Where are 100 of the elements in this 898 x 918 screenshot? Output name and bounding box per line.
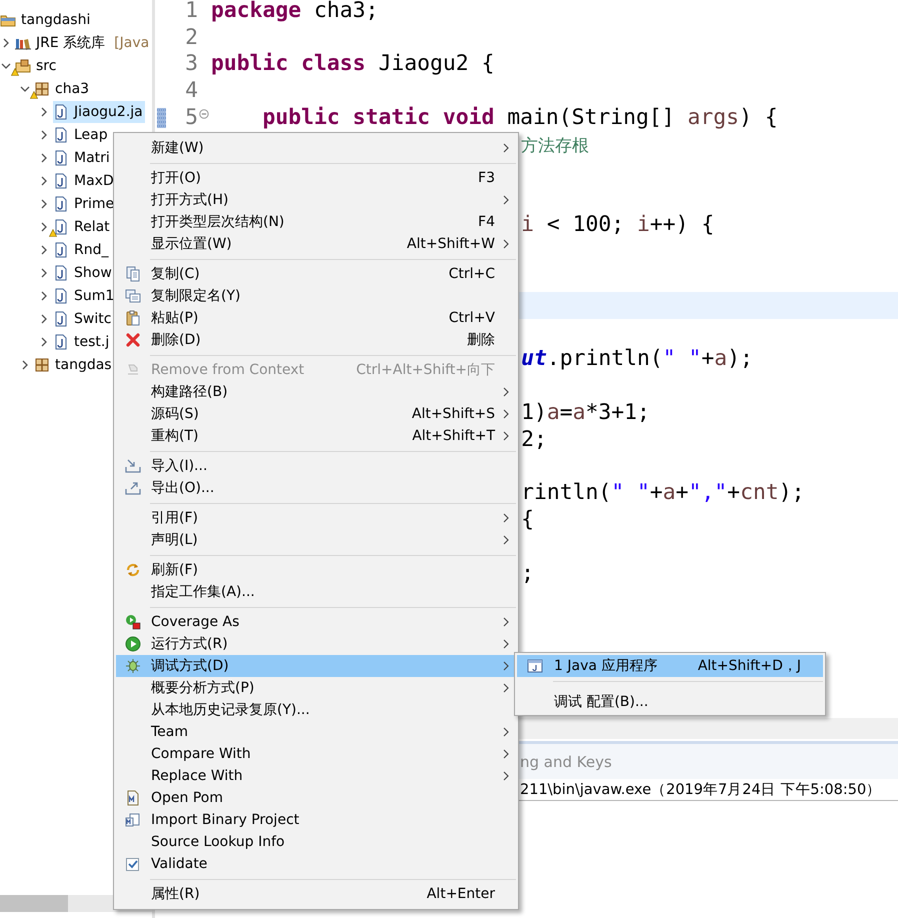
menu-item[interactable]: 概要分析方式(P) <box>116 677 516 699</box>
checkbox-icon <box>125 856 141 872</box>
java-file-icon <box>53 310 69 326</box>
tree-item[interactable]: cha3 <box>34 78 92 100</box>
menu-item[interactable]: 显示位置(W) Alt+Shift+W <box>116 233 516 255</box>
menu-item[interactable]: 从本地历史记录复原(Y)... <box>116 699 516 721</box>
chevron-icon[interactable] <box>39 152 49 162</box>
tree-item[interactable]: tangdashi <box>0 8 92 30</box>
code-line: 1)a=a*3+1; <box>521 400 650 425</box>
collapse-icon[interactable] <box>199 108 209 119</box>
chevron-icon[interactable] <box>39 336 49 346</box>
menu-item[interactable]: 删除(D) 删除 <box>116 329 516 351</box>
menu-item[interactable]: 导出(O)... <box>116 477 516 499</box>
export-icon <box>125 480 141 496</box>
code-line: ut.println(" "+a); <box>521 346 753 372</box>
chevron-icon[interactable] <box>20 84 30 94</box>
tree-item[interactable]: Rnd_ <box>53 238 110 260</box>
tree-item[interactable]: Leap <box>53 124 110 146</box>
bug-icon <box>125 658 141 674</box>
tree-item[interactable]: Switc <box>53 308 114 330</box>
code-line: public class Jiaogu2 { <box>211 51 494 76</box>
menu-item[interactable]: 声明(L) <box>116 529 516 551</box>
line-number: 1 <box>185 0 198 23</box>
chevron-icon[interactable] <box>39 268 49 278</box>
java-file-icon <box>53 196 69 212</box>
menu-item[interactable]: 1 Java 应用程序 Alt+Shift+D，J <box>517 655 823 677</box>
menu-item[interactable]: Source Lookup Info <box>116 831 516 853</box>
menu-item[interactable]: Import Binary Project <box>116 809 516 831</box>
menu-item[interactable]: 调试方式(D) <box>116 655 516 677</box>
menu-item[interactable]: 重构(T) Alt+Shift+T <box>116 425 516 447</box>
chevron-icon[interactable] <box>39 222 49 232</box>
chevron-icon[interactable] <box>39 314 49 324</box>
code-line: rintln(" "+a+","+cnt); <box>521 480 804 506</box>
package-icon <box>34 356 50 372</box>
document-m-icon <box>125 790 141 806</box>
tree-item[interactable]: Show <box>53 262 114 284</box>
line-number: 4 <box>185 78 198 104</box>
tree-item[interactable]: test.j <box>53 330 112 352</box>
menu-item[interactable]: 新建(W) <box>116 137 516 159</box>
tree-item[interactable]: Prime <box>53 192 116 214</box>
code-line: ; <box>521 560 534 586</box>
refresh-icon <box>125 562 141 578</box>
code-line: package cha3; <box>211 0 378 23</box>
menu-item[interactable]: Team <box>116 721 516 743</box>
tree-item[interactable]: tangdas <box>34 354 114 376</box>
chevron-icon[interactable] <box>39 106 49 116</box>
chevron-icon[interactable] <box>39 176 49 186</box>
line-number: 5 <box>185 105 198 130</box>
tree-item[interactable]: JRE 系统库 [Java <box>15 32 152 54</box>
code-line: i < 100; i++) { <box>521 212 714 238</box>
console-line: 211\bin\javaw.exe（2019年7月24日 下午5:08:50） <box>520 781 882 799</box>
run-icon <box>125 636 141 652</box>
line-number: 3 <box>185 51 198 76</box>
tree-item[interactable]: Matri <box>53 146 112 168</box>
tree-item-decoration: [Java <box>114 34 150 50</box>
copy-icon <box>125 266 141 282</box>
chevron-icon[interactable] <box>1 38 11 48</box>
tree-item[interactable]: Relat <box>53 216 112 238</box>
scrollbar-thumb[interactable] <box>0 895 68 912</box>
menu-item[interactable]: 构建路径(B) <box>116 381 516 403</box>
menu-item[interactable]: 粘贴(P) Ctrl+V <box>116 307 516 329</box>
chevron-icon[interactable] <box>39 130 49 140</box>
menu-item[interactable]: 运行方式(R) <box>116 633 516 655</box>
menu-item[interactable]: 刷新(F) <box>116 559 516 581</box>
java-file-icon <box>53 218 69 234</box>
chevron-icon[interactable] <box>39 244 49 254</box>
chevron-icon[interactable] <box>1 60 11 70</box>
code-line: 方法存根 <box>521 134 590 157</box>
chevron-icon[interactable] <box>20 360 30 370</box>
document-stack-icon <box>125 812 141 828</box>
import-icon <box>125 458 141 474</box>
menu-item[interactable]: 打开(O) F3 <box>116 167 516 189</box>
menu-item[interactable]: 源码(S) Alt+Shift+S <box>116 403 516 425</box>
tree-item[interactable]: MaxD <box>53 170 116 192</box>
menu-item[interactable]: 属性(R) Alt+Enter <box>116 883 516 905</box>
menu-item[interactable]: 复制限定名(Y) <box>116 285 516 307</box>
menu-item[interactable]: Compare With <box>116 743 516 765</box>
menu-item[interactable]: 导入(I)... <box>116 455 516 477</box>
code-line: public static void main(String[] args) { <box>262 105 778 130</box>
menu-item[interactable]: 打开类型层次结构(N) F4 <box>116 211 516 233</box>
chevron-icon[interactable] <box>39 290 49 300</box>
code-line: { <box>521 507 534 532</box>
menu-item[interactable]: 指定工作集(A)... <box>116 581 516 603</box>
package-folder-icon <box>15 58 31 74</box>
java-file-icon <box>53 104 69 120</box>
tree-item[interactable]: Jiaogu2.ja <box>53 100 145 122</box>
tree-item[interactable]: src <box>15 54 58 76</box>
chevron-icon[interactable] <box>39 198 49 208</box>
java-file-icon <box>53 172 69 188</box>
menu-item[interactable]: Coverage As <box>116 611 516 633</box>
package-icon <box>34 80 50 96</box>
menu-item[interactable]: Replace With <box>116 765 516 787</box>
menu-item[interactable]: 打开方式(H) <box>116 189 516 211</box>
menu-item[interactable]: 调试 配置(B)... <box>517 691 823 713</box>
menu-item[interactable]: 引用(F) <box>116 507 516 529</box>
menu-item[interactable]: Open Pom <box>116 787 516 809</box>
paste-icon <box>125 310 141 326</box>
menu-item[interactable]: Validate <box>116 853 516 875</box>
menu-item[interactable]: 复制(C) Ctrl+C <box>116 263 516 285</box>
tree-item[interactable]: Sum1 <box>53 284 116 306</box>
